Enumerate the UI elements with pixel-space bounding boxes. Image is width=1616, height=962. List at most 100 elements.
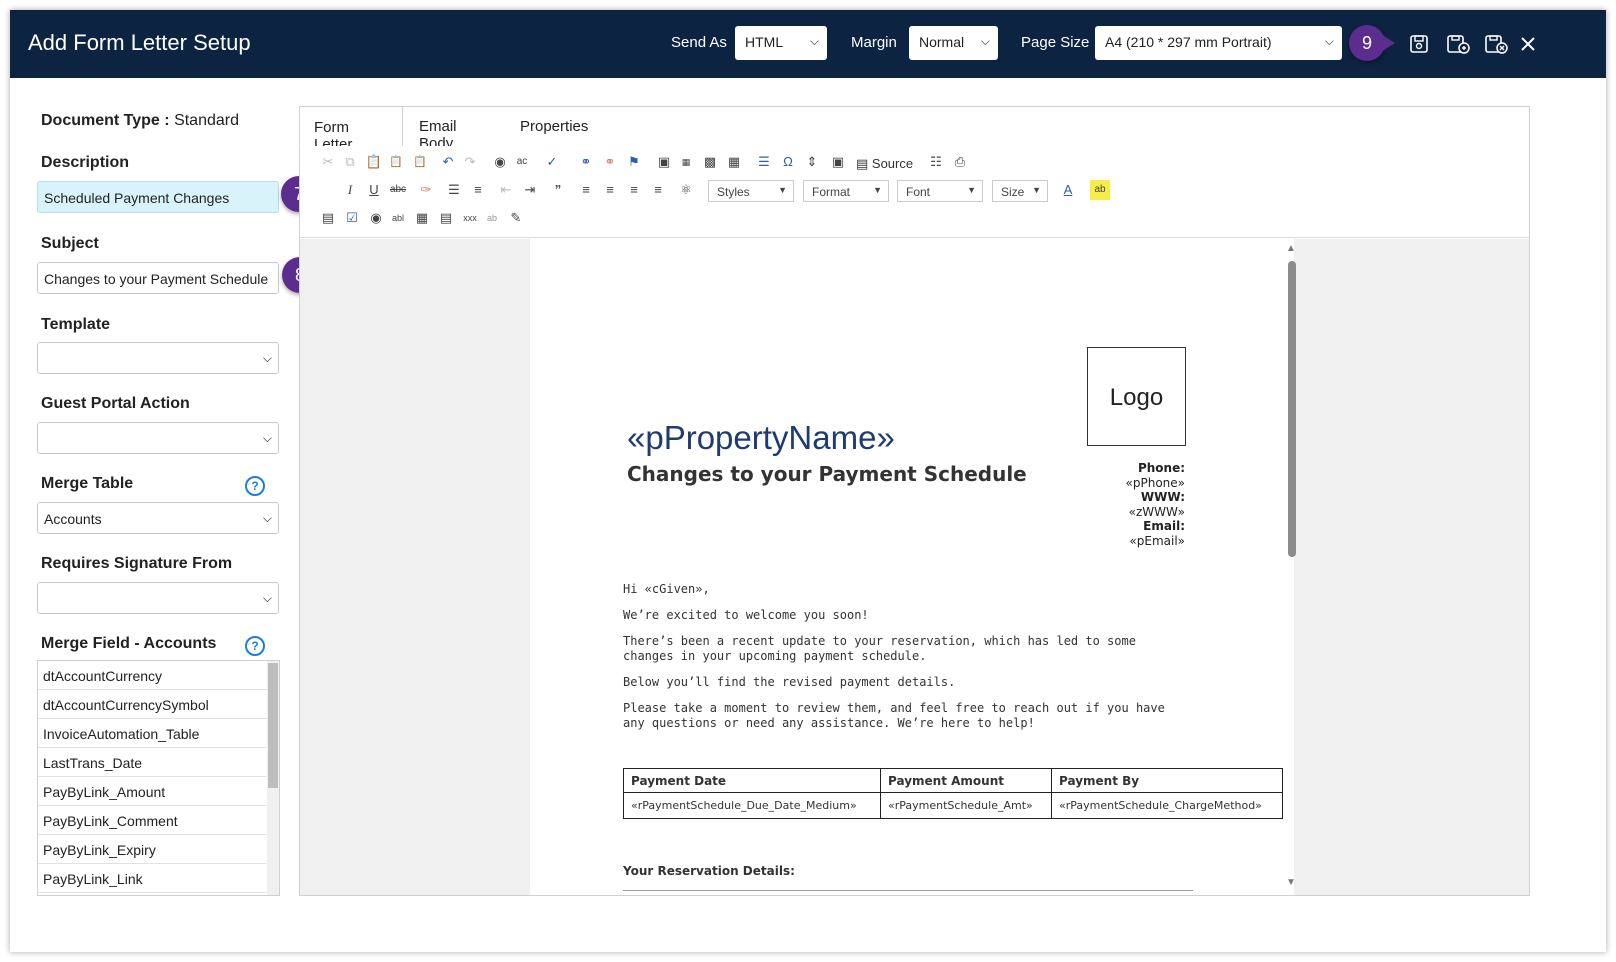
replace-icon[interactable]: ac — [512, 152, 532, 172]
merge-field-item[interactable]: PayByLink_Amount — [38, 777, 268, 806]
guest-portal-select[interactable]: ⌵ — [37, 422, 279, 454]
underline-icon[interactable]: U — [364, 180, 384, 200]
styles-select[interactable]: Styles ▼ — [708, 180, 794, 202]
size-select[interactable]: Size ▼ — [992, 180, 1048, 202]
save-icon[interactable] — [1407, 32, 1431, 56]
font-select[interactable]: Font ▼ — [897, 180, 983, 202]
select-icon[interactable]: ▤ — [436, 208, 456, 228]
merge-field-item[interactable]: PayByLink_Comment — [38, 806, 268, 835]
tab-email-body[interactable]: Email Body — [405, 106, 471, 152]
subject-input[interactable]: Changes to your Payment Schedule — [37, 262, 279, 294]
tab-form-letter[interactable]: Form Letter — [299, 106, 403, 153]
table-cell: «rPaymentSchedule_Due_Date_Medium» — [623, 792, 881, 819]
hidden-field-icon[interactable]: ab — [482, 208, 502, 228]
send-as-select[interactable]: HTML ⌵ — [735, 26, 827, 60]
scroll-up-icon[interactable]: ▲ — [1286, 243, 1296, 254]
merge-field-item[interactable]: dtAccountCurrencySymbol — [38, 690, 268, 719]
justify-icon[interactable]: ≡ — [648, 180, 668, 200]
subject-value: Changes to your Payment Schedule — [44, 271, 269, 287]
scrollbar-thumb[interactable] — [268, 663, 278, 788]
undo-icon[interactable]: ↶ — [438, 152, 458, 172]
merge-field-item[interactable]: dtAccountCurrency — [38, 661, 268, 690]
format-select[interactable]: Format ▼ — [803, 180, 889, 202]
signature-icon[interactable]: ✎ — [506, 208, 526, 228]
iframe-icon[interactable]: ▣ — [828, 152, 848, 172]
align-center-icon[interactable]: ≡ — [600, 180, 620, 200]
page-size-value: A4 (210 * 297 mm Portrait) — [1105, 34, 1272, 50]
align-left-icon[interactable]: ≡ — [576, 180, 596, 200]
merge-field-item[interactable]: LastTrans_Date — [38, 748, 268, 777]
scroll-down-icon[interactable]: ▼ — [1286, 877, 1296, 888]
tab-properties[interactable]: Properties — [506, 106, 602, 146]
phone-label: Phone: — [1137, 461, 1185, 475]
page-size-select[interactable]: A4 (210 * 297 mm Portrait) ⌵ — [1095, 26, 1342, 60]
barcode-icon[interactable]: ▦ — [676, 152, 696, 172]
cut-icon[interactable]: ✂ — [318, 152, 338, 172]
link-icon[interactable]: ⚭ — [576, 152, 596, 172]
text-color-icon[interactable]: A — [1058, 180, 1078, 200]
image-icon[interactable]: ▣ — [654, 152, 674, 172]
italic-icon[interactable]: I — [340, 180, 360, 200]
document-canvas[interactable]: Logo «pPropertyName» Changes to your Pay… — [300, 239, 1529, 895]
text-field-icon[interactable]: abl — [388, 208, 408, 228]
horizontal-rule-icon[interactable]: ☰ — [754, 152, 774, 172]
language-icon[interactable]: ⚛ — [676, 180, 696, 200]
page-break-icon[interactable]: ⇕ — [802, 152, 822, 172]
canvas-scrollbar[interactable]: ▲ ▼ — [1285, 239, 1299, 895]
chevron-down-icon: ⌵ — [980, 34, 990, 48]
source-button[interactable]: ▤ Source — [856, 156, 913, 172]
title-bar: Add Form Letter Setup Send As HTML ⌵ Mar… — [10, 10, 1606, 78]
bulleted-list-icon[interactable]: ≡ — [468, 180, 488, 200]
merge-field-list[interactable]: dtAccountCurrency dtAccountCurrencySymbo… — [37, 660, 280, 896]
print-icon[interactable]: ⎙ — [950, 152, 970, 172]
find-icon[interactable]: ◉ — [490, 152, 510, 172]
form-icon[interactable]: ▤ — [318, 208, 338, 228]
margin-value: Normal — [919, 34, 965, 50]
send-as-value: HTML — [745, 34, 784, 50]
radio-icon[interactable]: ◉ — [366, 208, 386, 228]
help-icon[interactable]: ? — [245, 636, 265, 656]
unlink-icon[interactable]: ⚭ — [600, 152, 620, 172]
textarea-icon[interactable]: ▦ — [412, 208, 432, 228]
save-and-close-icon[interactable] — [1484, 32, 1508, 56]
template-select[interactable]: ⌵ — [37, 342, 279, 374]
remove-format-icon[interactable]: ✑ — [416, 180, 436, 200]
merge-field-scrollbar[interactable] — [267, 661, 279, 895]
outdent-icon[interactable]: ⇤ — [496, 180, 516, 200]
margin-select[interactable]: Normal ⌵ — [909, 26, 998, 60]
description-input[interactable]: Scheduled Payment Changes — [37, 181, 279, 213]
paste-text-icon[interactable]: 📋 — [386, 152, 406, 172]
merge-field-item[interactable]: PayByLink_Expiry — [38, 835, 268, 864]
spellcheck-icon[interactable]: ✓ — [542, 152, 562, 172]
special-character-icon[interactable]: Ω — [778, 152, 798, 172]
merge-field-item[interactable]: PayByLink_Link — [38, 864, 268, 893]
copy-icon[interactable]: ⧉ — [340, 152, 360, 172]
background-color-icon[interactable]: ab — [1090, 180, 1110, 200]
table-header: Payment By — [1051, 768, 1283, 793]
paste-word-icon[interactable]: 📋 — [410, 152, 430, 172]
image-button-icon[interactable]: ▩ — [700, 152, 720, 172]
paste-icon[interactable]: 📋 — [364, 152, 384, 172]
redo-icon[interactable]: ↷ — [460, 152, 480, 172]
requires-signature-select[interactable]: ⌵ — [37, 582, 279, 614]
blockquote-icon[interactable]: ” — [548, 180, 568, 200]
strikethrough-icon[interactable]: abc — [388, 180, 408, 200]
chevron-down-icon: ⌵ — [262, 431, 272, 445]
divider — [623, 890, 1193, 891]
merge-table-select[interactable]: Accounts ⌵ — [37, 502, 279, 534]
align-right-icon[interactable]: ≡ — [624, 180, 644, 200]
help-icon[interactable]: ? — [245, 476, 265, 496]
phone-value: «pPhone» — [1125, 476, 1185, 490]
document-page[interactable]: Logo «pPropertyName» Changes to your Pay… — [530, 239, 1294, 895]
indent-icon[interactable]: ⇥ — [520, 180, 540, 200]
numbered-list-icon[interactable]: ☰ — [444, 180, 464, 200]
scrollbar-thumb[interactable] — [1288, 261, 1296, 557]
merge-field-item[interactable]: InvoiceAutomation_Table — [38, 719, 268, 748]
anchor-icon[interactable]: ⚑ — [624, 152, 644, 172]
button-icon[interactable]: xxx — [460, 208, 480, 228]
table-icon[interactable]: ▦ — [724, 152, 744, 172]
close-icon[interactable] — [1516, 32, 1540, 56]
save-and-copy-icon[interactable] — [1446, 32, 1470, 56]
checkbox-icon[interactable]: ☑ — [342, 208, 362, 228]
preview-icon[interactable]: ☷ — [926, 152, 946, 172]
